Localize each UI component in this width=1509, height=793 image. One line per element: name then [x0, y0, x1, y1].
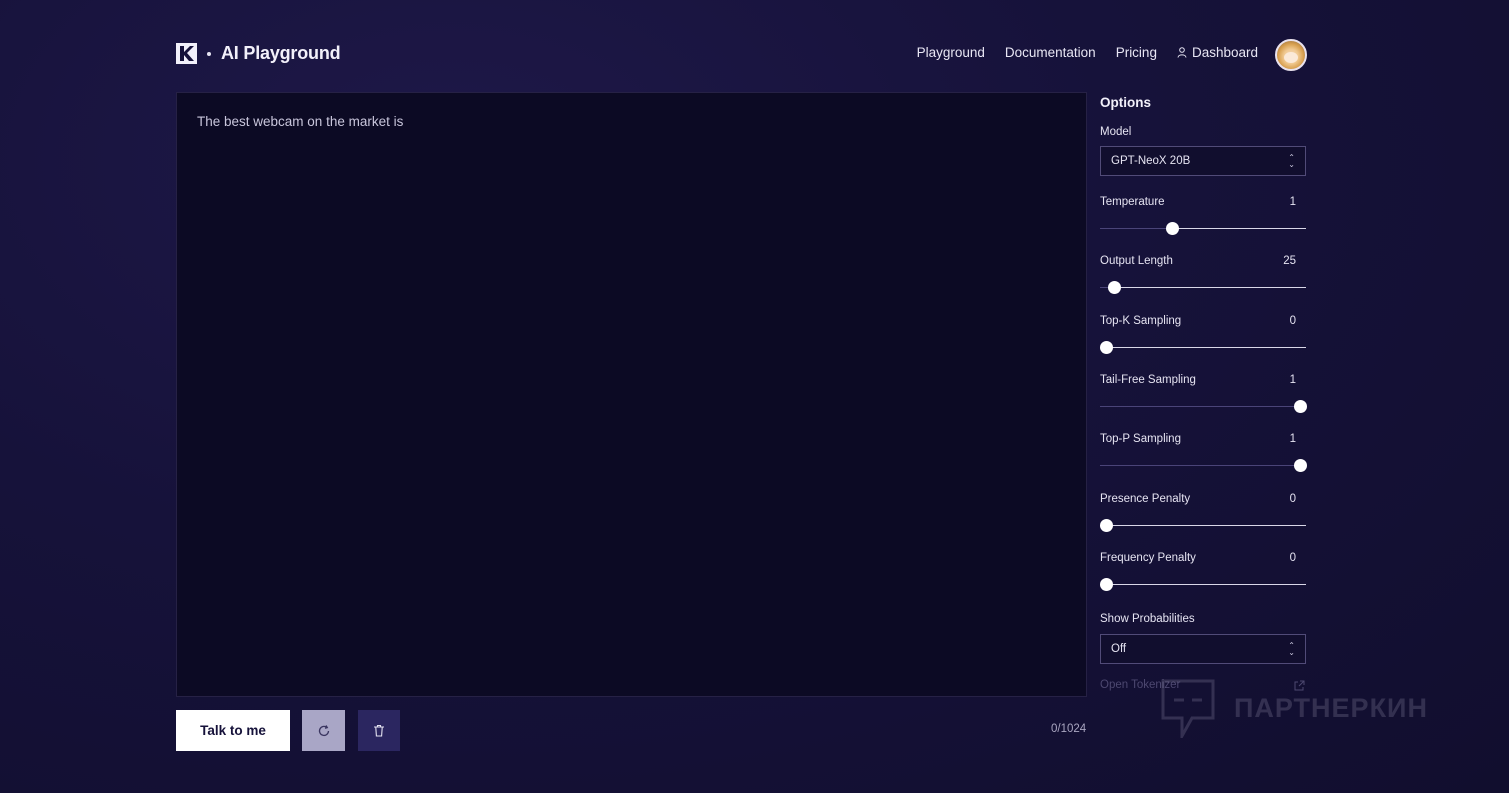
show-probabilities-select[interactable]: Off ⌃ ⌄ — [1100, 634, 1306, 664]
show-probabilities-value: Off — [1111, 643, 1127, 655]
top-k-sampling-slider[interactable] — [1100, 341, 1306, 355]
chevron-up-down-icon: ⌃ ⌄ — [1288, 641, 1295, 657]
refresh-icon — [318, 724, 329, 736]
slider-track — [1100, 347, 1306, 348]
output-length-label: Output Length — [1100, 255, 1173, 267]
main-nav: Playground Documentation Pricing Dashboa… — [917, 45, 1258, 60]
prompt-editor[interactable]: The best webcam on the market is — [176, 92, 1087, 697]
slider-thumb[interactable] — [1293, 459, 1307, 472]
brand-logo[interactable]: AI Playground — [176, 43, 341, 64]
top-p-sampling-value: 1 — [1289, 433, 1296, 445]
nav-pricing[interactable]: Pricing — [1116, 45, 1157, 60]
tail-free-sampling-slider[interactable] — [1100, 400, 1307, 414]
trash-icon — [374, 724, 384, 737]
logo-icon — [176, 43, 197, 64]
model-select[interactable]: GPT-NeoX 20B ⌃ ⌄ — [1100, 146, 1306, 176]
nav-dashboard[interactable]: Dashboard — [1177, 45, 1258, 60]
top-p-sampling-label: Top-P Sampling — [1100, 433, 1181, 445]
temperature-value: 1 — [1289, 196, 1296, 208]
chevron-up-down-icon: ⌃ ⌄ — [1288, 153, 1295, 169]
watermark-logo-icon — [1161, 679, 1215, 738]
temperature-slider[interactable] — [1100, 222, 1306, 236]
slider-thumb[interactable] — [1100, 578, 1114, 591]
top-k-sampling-value: 0 — [1289, 315, 1296, 327]
model-label: Model — [1100, 126, 1132, 138]
show-probabilities-label: Show Probabilities — [1100, 613, 1195, 625]
temperature-label: Temperature — [1100, 196, 1165, 208]
slider-thumb[interactable] — [1166, 222, 1180, 235]
slider-thumb[interactable] — [1293, 400, 1307, 413]
frequency-penalty-label: Frequency Penalty — [1100, 552, 1196, 564]
watermark: ПАРТНЕРКИН — [1160, 678, 1428, 738]
slider-fill — [1100, 465, 1300, 466]
prompt-text[interactable]: The best webcam on the market is — [197, 114, 403, 129]
nav-playground[interactable]: Playground — [917, 45, 985, 60]
presence-penalty-slider[interactable] — [1100, 519, 1306, 533]
slider-fill — [1100, 406, 1300, 407]
tail-free-sampling-value: 1 — [1289, 374, 1296, 386]
watermark-text: ПАРТНЕРКИН — [1234, 692, 1428, 723]
tail-free-sampling-label: Tail-Free Sampling — [1100, 374, 1196, 386]
presence-penalty-value: 0 — [1289, 493, 1296, 505]
slider-track — [1100, 525, 1306, 526]
slider-fill — [1100, 228, 1173, 229]
model-select-value: GPT-NeoX 20B — [1111, 155, 1191, 167]
nav-documentation[interactable]: Documentation — [1005, 45, 1096, 60]
slider-thumb[interactable] — [1108, 281, 1122, 294]
clear-button[interactable] — [358, 710, 400, 751]
top-k-sampling-label: Top-K Sampling — [1100, 315, 1182, 327]
talk-to-me-button[interactable]: Talk to me — [176, 710, 290, 751]
avatar[interactable] — [1275, 39, 1307, 71]
slider-thumb[interactable] — [1100, 341, 1114, 354]
retry-button[interactable] — [302, 710, 345, 751]
output-length-slider[interactable] — [1100, 281, 1306, 295]
output-length-value: 25 — [1283, 255, 1296, 267]
top-p-sampling-slider[interactable] — [1100, 459, 1307, 473]
nav-dashboard-label: Dashboard — [1191, 45, 1258, 60]
user-icon — [1177, 47, 1187, 58]
frequency-penalty-value: 0 — [1289, 552, 1296, 564]
options-title: Options — [1100, 95, 1151, 110]
frequency-penalty-slider[interactable] — [1100, 578, 1306, 592]
slider-track — [1100, 584, 1306, 585]
slider-thumb[interactable] — [1100, 519, 1114, 532]
slider-track — [1100, 287, 1306, 288]
character-counter: 0/1024 — [1051, 723, 1087, 735]
brand-name: AI Playground — [221, 43, 341, 63]
brand-separator — [207, 51, 211, 56]
presence-penalty-label: Presence Penalty — [1100, 493, 1191, 505]
